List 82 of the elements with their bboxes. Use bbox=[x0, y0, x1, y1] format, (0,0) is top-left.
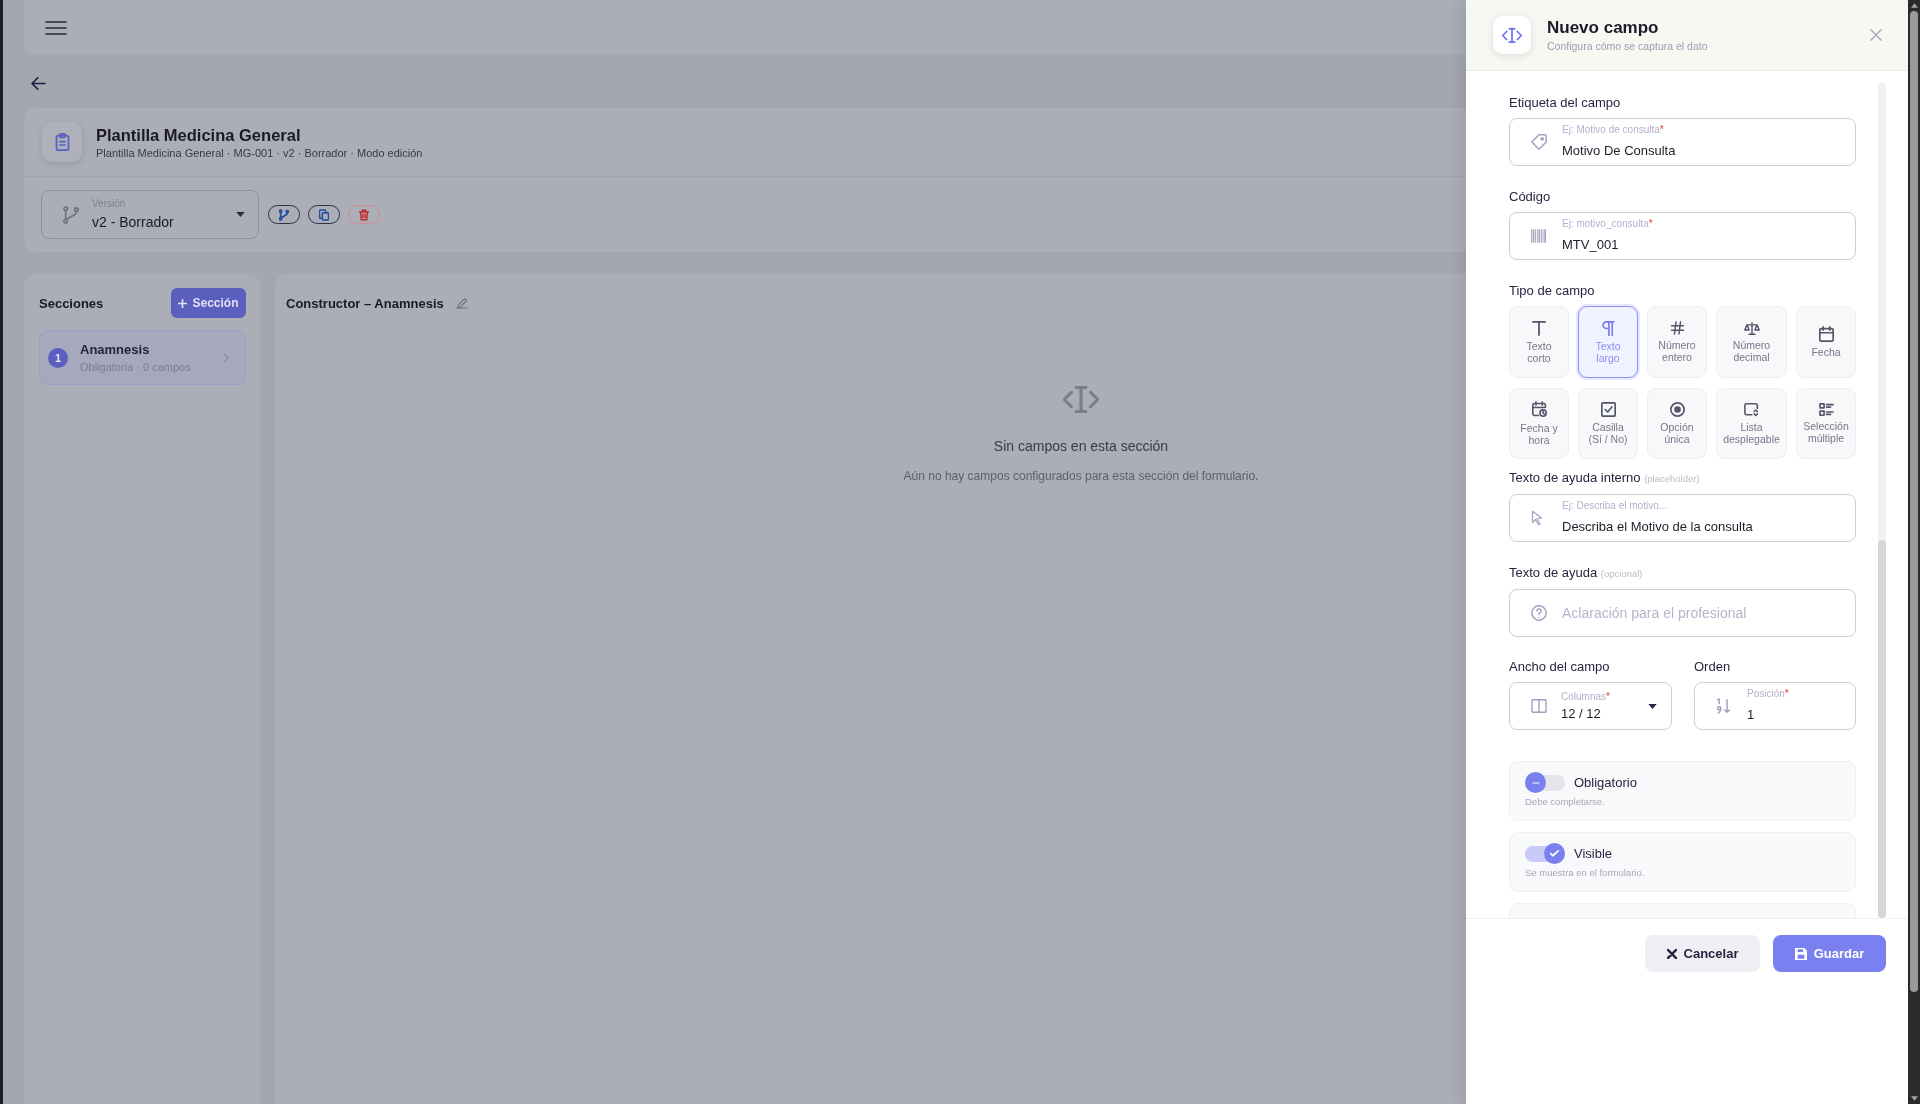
field-type-option[interactable]: Opción única bbox=[1647, 388, 1707, 459]
field-label: Texto de ayuda interno (placeholder) bbox=[1509, 469, 1701, 487]
field-type-option[interactable]: Lista desplegable bbox=[1716, 388, 1787, 459]
add-section-button[interactable]: Sección bbox=[171, 288, 246, 318]
close-icon[interactable] bbox=[1870, 29, 1882, 41]
field-type-option[interactable]: Texto corto bbox=[1509, 306, 1569, 378]
drawer-title: Nuevo campo bbox=[1547, 18, 1660, 38]
section-name: Anamnesis bbox=[80, 342, 151, 358]
scrollbar[interactable] bbox=[1908, 0, 1920, 1104]
caret-icon bbox=[236, 212, 245, 217]
scrollbar[interactable] bbox=[1878, 82, 1886, 918]
switch-label: Visible bbox=[1574, 846, 1613, 861]
template-subtitle: Plantilla Medicina General · MG-001 · v2 · Borrador · Modo edición bbox=[96, 147, 423, 159]
switch-description: Se muestra en el formulario. bbox=[1525, 867, 1646, 878]
pencil-icon[interactable] bbox=[455, 297, 468, 309]
floating-label: Posición* bbox=[1747, 688, 1789, 700]
builder-title: Constructor – Anamnesis bbox=[286, 295, 444, 311]
clipboard-icon bbox=[42, 122, 82, 162]
plus-icon bbox=[178, 298, 188, 308]
close-icon bbox=[1666, 948, 1677, 959]
tag-icon bbox=[1531, 134, 1547, 150]
field-label: Etiqueta del campo bbox=[1509, 94, 1622, 112]
field-type-option[interactable]: Número entero bbox=[1647, 306, 1707, 378]
field-type-option[interactable]: Casilla (Sí / No) bbox=[1578, 388, 1638, 459]
save-button[interactable]: Guardar bbox=[1773, 935, 1886, 972]
dropdown-list-icon bbox=[1744, 402, 1759, 417]
radio-icon bbox=[1669, 402, 1685, 417]
calendar-icon bbox=[1818, 326, 1834, 342]
floating-label: Ej: motivo_consulta* bbox=[1562, 218, 1653, 230]
toggle-switch[interactable] bbox=[1525, 772, 1565, 793]
template-title: Plantilla Medicina General bbox=[96, 125, 302, 145]
empty-state-title: Sin campos en esta sección bbox=[993, 438, 1169, 454]
trash-icon bbox=[359, 208, 369, 221]
text-field[interactable]: Aclaración para el profesional bbox=[1509, 589, 1856, 637]
text-icon bbox=[1532, 320, 1546, 336]
checkbox-icon bbox=[1600, 402, 1616, 417]
floppy-icon bbox=[1794, 947, 1807, 960]
field-label: Orden bbox=[1694, 658, 1732, 676]
toggle-switch[interactable] bbox=[1525, 843, 1565, 864]
scroll-up-arrow-icon[interactable] bbox=[1910, 3, 1918, 8]
columns-icon bbox=[1531, 699, 1547, 713]
field-label: Texto de ayuda (opcional) bbox=[1509, 564, 1644, 582]
branch-icon bbox=[63, 205, 79, 224]
branch-icon bbox=[279, 208, 289, 221]
copy-icon bbox=[319, 208, 329, 221]
list-icon bbox=[1818, 403, 1834, 416]
paragraph-icon bbox=[1601, 320, 1615, 336]
scale-icon bbox=[1743, 321, 1760, 335]
field-type-option[interactable]: Fecha y hora bbox=[1509, 388, 1569, 459]
drawer-subtitle: Configura cómo se captura el dato bbox=[1547, 40, 1709, 52]
text-cursor-icon bbox=[1063, 386, 1099, 413]
field-type-option[interactable]: Selección múltiple bbox=[1796, 388, 1856, 459]
panel-title: Secciones bbox=[39, 295, 104, 311]
floating-label: Ej: Motivo de consulta* bbox=[1562, 124, 1664, 136]
field-type-option[interactable]: Número decimal bbox=[1716, 306, 1787, 378]
field-type-option[interactable]: Texto largo bbox=[1578, 306, 1638, 378]
field-label: Código bbox=[1509, 188, 1552, 206]
scroll-down-arrow-icon[interactable] bbox=[1910, 1096, 1918, 1101]
chevron-right-icon bbox=[223, 352, 229, 363]
menu-icon[interactable] bbox=[45, 20, 67, 35]
text-cursor-icon bbox=[1493, 16, 1531, 54]
field-label: Ancho del campo bbox=[1509, 658, 1611, 676]
back-arrow-icon[interactable] bbox=[31, 76, 46, 90]
step-number: 1 bbox=[48, 347, 68, 368]
sort-order-icon bbox=[1716, 698, 1731, 714]
select-field[interactable]: Columnas* 12 / 12 bbox=[1509, 682, 1672, 730]
floating-label: Columnas* bbox=[1561, 690, 1611, 703]
check-icon bbox=[1550, 850, 1559, 857]
cancel-button[interactable]: Cancelar bbox=[1645, 935, 1760, 972]
minus-icon bbox=[1531, 781, 1540, 784]
switch-description: Debe completarse. bbox=[1525, 796, 1606, 807]
floating-label: Ej: Describa el motivo... bbox=[1562, 500, 1668, 512]
empty-state-text: Aún no hay campos configurados para esta sección del formulario. bbox=[903, 469, 1259, 483]
hash-icon bbox=[1669, 321, 1685, 335]
field-label: Tipo de campo bbox=[1509, 282, 1596, 300]
switch-label: Obligatorio bbox=[1574, 775, 1637, 790]
question-circle-icon bbox=[1531, 605, 1547, 621]
cursor-arrow-icon bbox=[1531, 510, 1543, 526]
caret-icon bbox=[1648, 703, 1657, 709]
barcode-icon bbox=[1531, 229, 1546, 243]
calendar-clock-icon bbox=[1531, 401, 1547, 418]
field-type-option[interactable]: Fecha bbox=[1796, 306, 1856, 378]
